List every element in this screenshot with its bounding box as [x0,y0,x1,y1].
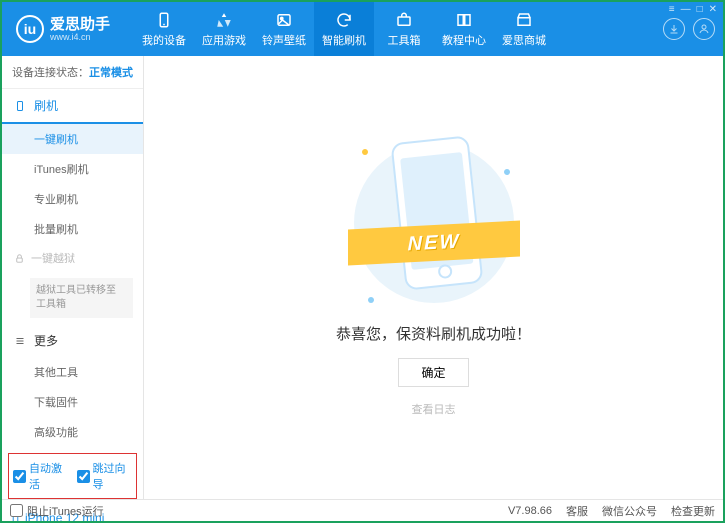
lock-icon [14,253,25,264]
sidebar-item-pro[interactable]: 专业刷机 [2,184,143,214]
chk-label: 阻止iTunes运行 [27,503,104,519]
chk-label: 跳过向导 [93,460,133,492]
nav-label: 教程中心 [442,32,486,48]
chk-label: 自动激活 [29,460,69,492]
nav-label: 智能刷机 [322,32,366,48]
sidebar-head-label: 更多 [34,332,58,349]
sidebar-item-itunes[interactable]: iTunes刷机 [2,154,143,184]
sidebar-item-batch[interactable]: 批量刷机 [2,214,143,244]
titlebar: iu 爱思助手 www.i4.cn 我的设备 应用游戏 铃声壁纸 智能刷机 [2,2,723,56]
version-text: V7.98.66 [508,505,552,517]
brand: iu 爱思助手 www.i4.cn [10,15,116,43]
sidebar: 设备连接状态：正常模式 刷机 一键刷机 iTunes刷机 专业刷机 批量刷机 一… [2,56,144,499]
close-button[interactable]: ✕ [709,4,717,15]
phone-icon [154,10,174,30]
menu-icon[interactable]: ≡ [669,4,675,15]
wechat-link[interactable]: 微信公众号 [602,503,657,519]
window-controls: ≡ — □ ✕ [669,4,717,15]
sidebar-head-more[interactable]: 更多 [2,324,143,357]
logo-icon: iu [16,15,44,43]
brand-name: 爱思助手 [50,17,110,32]
refresh-icon [334,10,354,30]
nav-toolbox[interactable]: 工具箱 [374,2,434,56]
nav-flash[interactable]: 智能刷机 [314,2,374,56]
jailbreak-note: 越狱工具已转移至 工具箱 [30,278,133,318]
sidebar-head-label: 刷机 [34,97,58,114]
nav-label: 我的设备 [142,32,186,48]
sidebar-item-advanced[interactable]: 高级功能 [2,417,143,447]
block-itunes-checkbox[interactable]: 阻止iTunes运行 [10,503,104,519]
success-text: 恭喜您，保资料刷机成功啦！ [336,323,531,344]
success-illustration: NEW [354,139,514,309]
minimize-button[interactable]: — [681,4,691,15]
brand-url: www.i4.cn [50,32,110,42]
book-icon [454,10,474,30]
view-log-link[interactable]: 查看日志 [412,401,456,417]
nav-label: 铃声壁纸 [262,32,306,48]
body: 设备连接状态：正常模式 刷机 一键刷机 iTunes刷机 专业刷机 批量刷机 一… [2,56,723,499]
nav-ringtones[interactable]: 铃声壁纸 [254,2,314,56]
nav-device[interactable]: 我的设备 [134,2,194,56]
main-pane: NEW 恭喜您，保资料刷机成功啦！ 确定 查看日志 [144,56,723,499]
options-row: 自动激活 跳过向导 [8,453,137,499]
auto-activate-checkbox[interactable]: 自动激活 [13,460,69,492]
app-window: ≡ — □ ✕ iu 爱思助手 www.i4.cn 我的设备 应用游戏 铃声壁纸 [0,0,725,523]
user-button[interactable] [693,18,715,40]
apps-icon [214,10,234,30]
toolbox-icon [394,10,414,30]
skip-guide-checkbox[interactable]: 跳过向导 [77,460,133,492]
image-icon [274,10,294,30]
sidebar-head-jailbreak: 一键越狱 [2,244,143,272]
download-button[interactable] [663,18,685,40]
connection-status: 设备连接状态：正常模式 [2,56,143,89]
nav-label: 工具箱 [388,32,421,48]
sidebar-item-oneclick[interactable]: 一键刷机 [2,124,143,154]
list-icon [14,335,26,347]
jailbreak-label: 一键越狱 [31,250,75,266]
phone-icon [14,100,26,112]
support-link[interactable]: 客服 [566,503,588,519]
nav-label: 爱思商城 [502,32,546,48]
phone-illustration-icon [390,135,483,290]
conn-label: 设备连接状态： [12,67,89,79]
nav-label: 应用游戏 [202,32,246,48]
maximize-button[interactable]: □ [697,4,703,15]
sidebar-head-flash[interactable]: 刷机 [2,89,143,124]
sidebar-item-firmware[interactable]: 下载固件 [2,387,143,417]
store-icon [514,10,534,30]
check-update-link[interactable]: 检查更新 [671,503,715,519]
nav-tutorials[interactable]: 教程中心 [434,2,494,56]
ok-button[interactable]: 确定 [398,358,468,387]
nav-store[interactable]: 爱思商城 [494,2,554,56]
conn-mode: 正常模式 [89,67,133,79]
title-right [663,18,715,40]
nav-apps[interactable]: 应用游戏 [194,2,254,56]
sidebar-item-other[interactable]: 其他工具 [2,357,143,387]
main-nav: 我的设备 应用游戏 铃声壁纸 智能刷机 工具箱 教程中心 [134,2,663,56]
